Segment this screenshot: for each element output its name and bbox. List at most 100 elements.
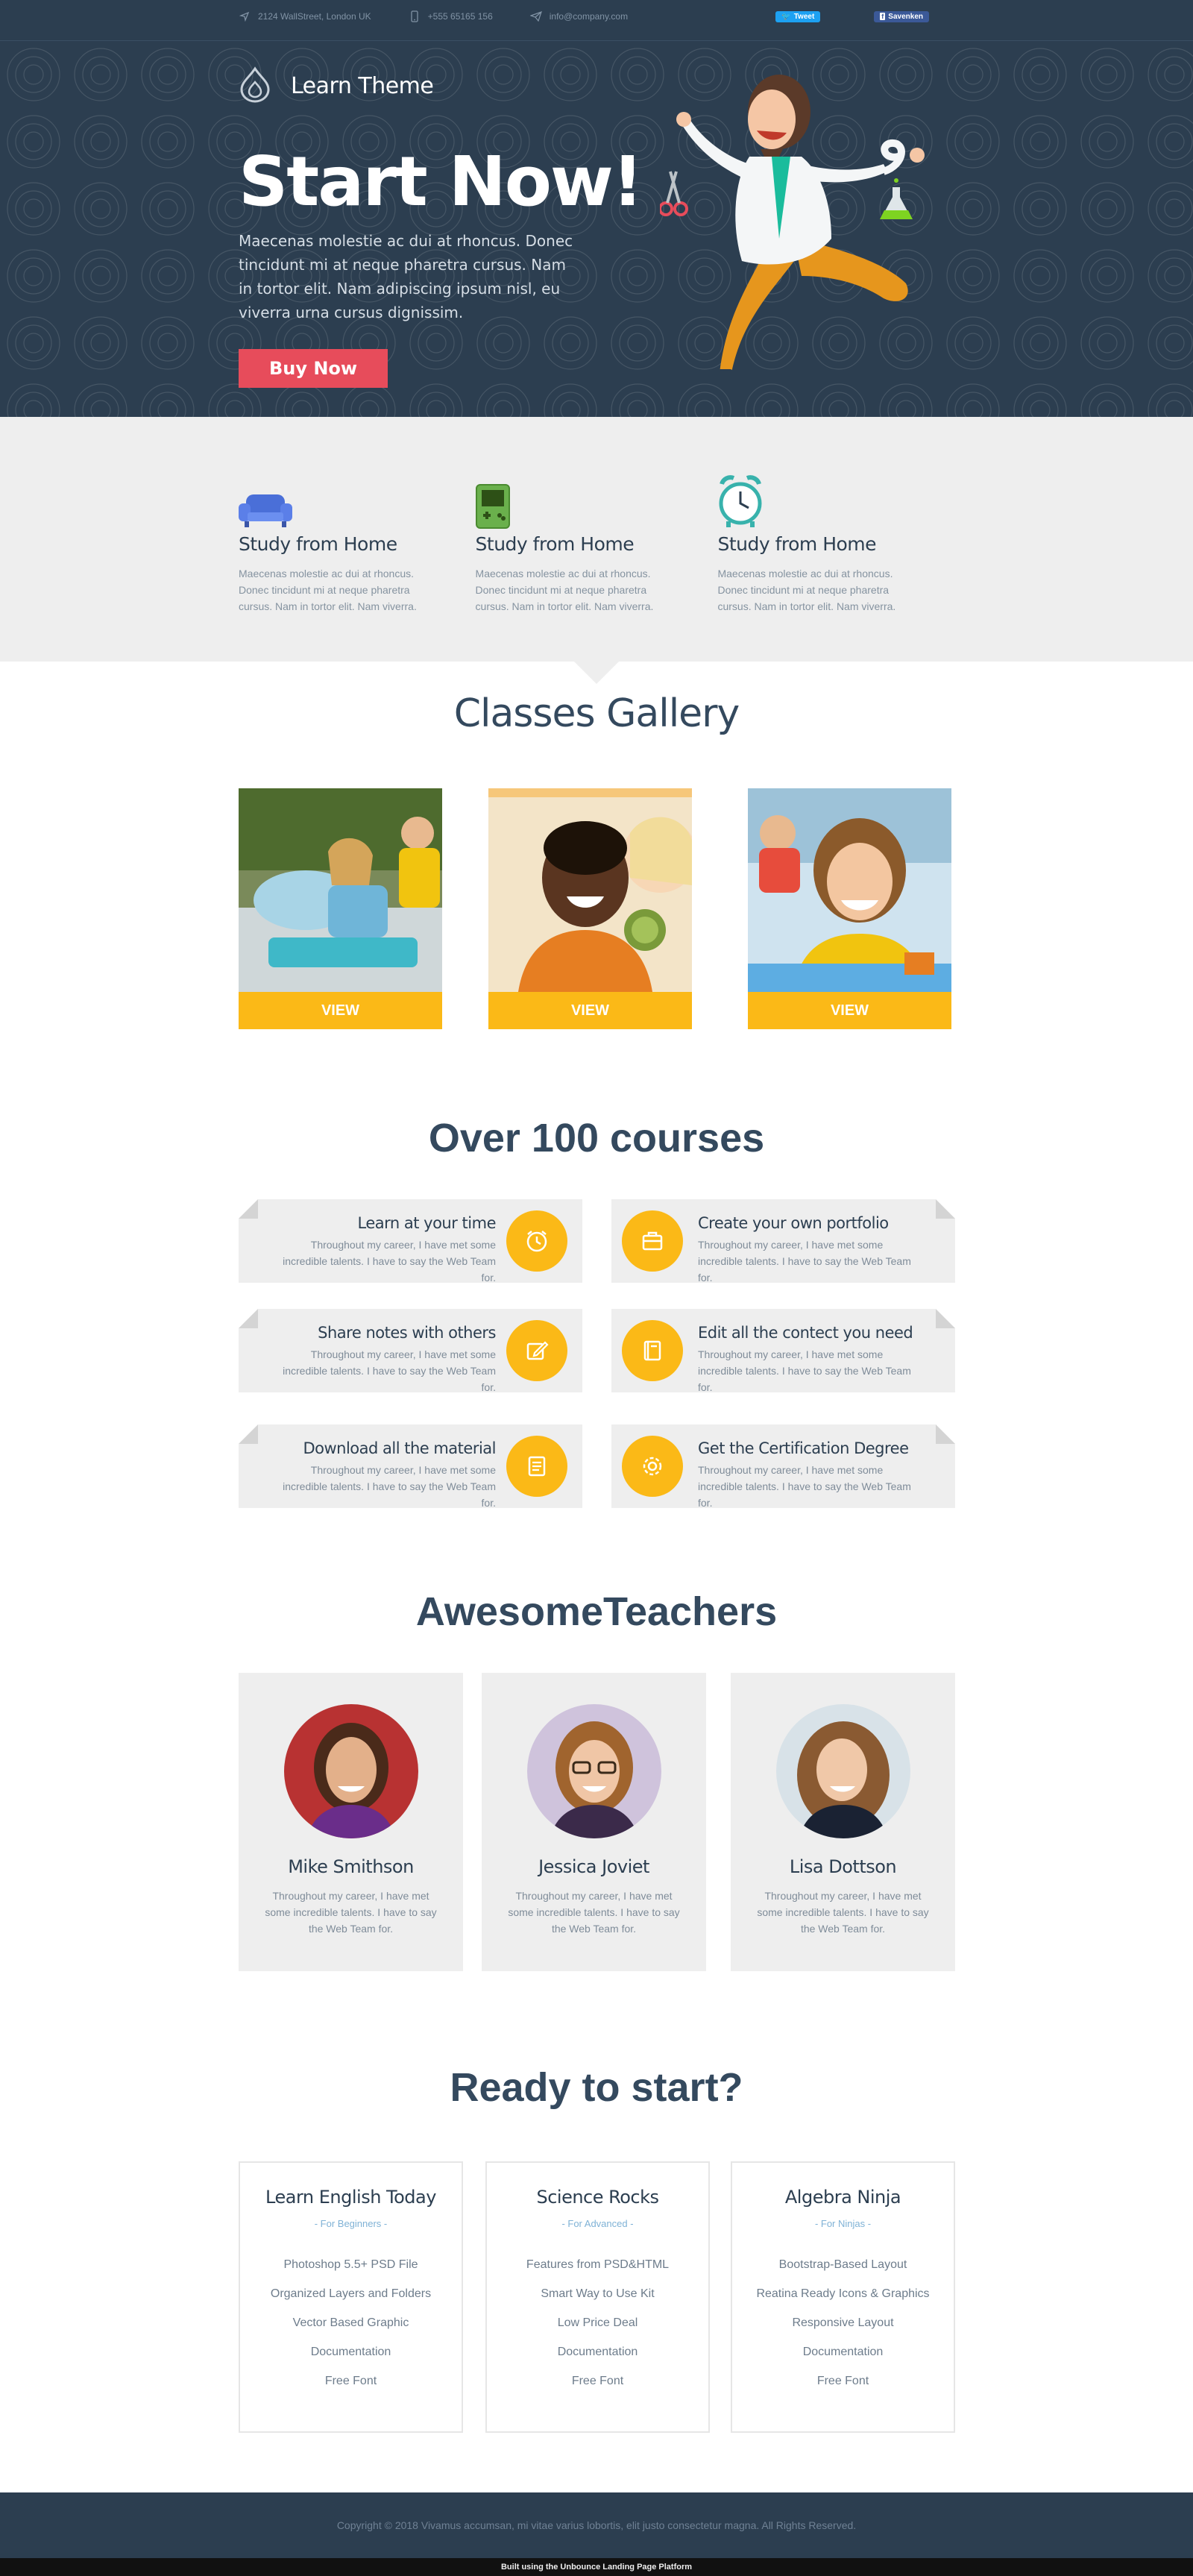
flask-icon [878,178,914,220]
course-text: Throughout my career, I have met some in… [283,1348,496,1393]
built-with-bar[interactable]: Built using the Unbounce Landing Page Pl… [0,2558,1193,2576]
armchair-icon [239,477,476,529]
plan-feature: Bootstrap-Based Layout [778,2258,907,2271]
map-pin-icon [239,10,251,22]
social-buttons: 🐦 Tweet f Savenken [775,10,929,22]
top-bar: 2124 WallStreet, London UK +555 65165 15… [0,0,1193,41]
scientist-illustration [660,75,925,377]
course-card[interactable]: Edit all the contect you need Throughout… [611,1309,955,1393]
logo[interactable]: Learn Theme [239,66,434,107]
email-text: info@company.com [549,11,629,22]
plan-feature: Free Font [816,2375,869,2387]
plan-feature: Smart Way to Use Kit [541,2287,655,2300]
feature-card: Study from Home Maecenas molestie ac dui… [239,477,476,615]
feature-title: Study from Home [475,533,635,555]
course-title: Edit all the contect you need [698,1324,913,1342]
ready-title: Ready to start? [450,2065,743,2110]
teacher-bio: Throughout my career, I have met some in… [757,1890,929,1935]
course-card[interactable]: Download all the material Throughout my … [239,1424,582,1509]
scissors-icon [660,171,688,216]
course-text: Throughout my career, I have met some in… [698,1239,911,1284]
phone-text: +555 65165 156 [427,11,493,22]
hero-section: Learn Theme Start Now! Maecenas molestie… [0,41,1193,417]
plan-card[interactable]: Algebra Ninja - For Ninjas - Bootstrap-B… [731,2161,955,2433]
clock-icon [506,1210,567,1272]
corner-fold [936,1309,955,1328]
phone-icon [409,10,421,22]
course-card[interactable]: Learn at your time Throughout my career,… [239,1199,582,1284]
plan-feature: Photoshop 5.5+ PSD File [283,2258,418,2271]
plan-feature: Low Price Deal [557,2316,638,2329]
teacher-name: Lisa Dottson [789,1856,897,1877]
course-title: Download all the material [303,1439,496,1457]
feature-text: Maecenas molestie ac dui at rhoncus. Don… [717,568,896,612]
teacher-avatar [526,1704,661,1838]
facebook-icon: f [880,13,886,20]
course-card[interactable]: Create your own portfolio Throughout my … [611,1199,955,1284]
gear-icon [622,1436,683,1497]
plan-card[interactable]: Science Rocks - For Advanced - Features … [485,2161,710,2433]
gallery-section: Classes Gallery [0,662,1193,736]
address-text: 2124 WallStreet, London UK [258,11,371,22]
features-section: Study from Home Maecenas molestie ac dui… [0,417,1193,684]
feature-text: Maecenas molestie ac dui at rhoncus. Don… [475,568,654,612]
gallery-view-button[interactable]: VIEW [748,992,951,1029]
course-title: Learn at your time [357,1214,497,1232]
built-with-text: Built using the Unbounce Landing Page Pl… [500,2563,693,2572]
course-card[interactable]: Get the Certification Degree Throughout … [611,1424,955,1509]
tweet-label: Tweet [793,12,815,21]
gameboy-icon [475,477,718,529]
gallery-card[interactable]: VIEW [748,788,951,1029]
plan-subtitle: - For Beginners - [314,2218,388,2229]
teacher-name: Jessica Joviet [538,1856,649,1877]
feature-title: Study from Home [717,533,877,555]
course-text: Throughout my career, I have met some in… [283,1239,496,1284]
plan-subtitle: - For Ninjas - [814,2218,872,2229]
teacher-card: Jessica Joviet Throughout my career, I h… [482,1673,706,1971]
copyright-text: Copyright © 2018 Vivamus accumsan, mi vi… [336,2519,857,2531]
gallery-photo-kids-outdoors [239,788,442,992]
course-text: Throughout my career, I have met some in… [698,1464,911,1509]
teacher-avatar [775,1704,910,1838]
hero-description: Maecenas molestie ac dui at rhoncus. Don… [239,232,573,321]
gallery-view-button[interactable]: VIEW [488,992,692,1029]
corner-fold [239,1424,258,1444]
teacher-card: Mike Smithson Throughout my career, I ha… [239,1673,463,1971]
buy-now-button[interactable]: Buy Now [239,349,388,388]
course-card[interactable]: Share notes with others Throughout my ca… [239,1309,582,1393]
address-item: 2124 WallStreet, London UK [239,10,371,22]
document-icon [506,1436,567,1497]
twitter-icon: 🐦 [781,12,791,21]
feature-title: Study from Home [239,533,397,555]
plan-features: Photoshop 5.5+ PSD File Organized Layers… [240,2250,462,2396]
footer: Copyright © 2018 Vivamus accumsan, mi vi… [0,2492,1193,2558]
gallery-card[interactable]: VIEW [239,788,442,1029]
gallery-photo-boy-smiling [488,788,692,992]
teacher-card: Lisa Dottson Throughout my career, I hav… [731,1673,955,1971]
gallery-title: Classes Gallery [453,691,740,736]
email-item[interactable]: info@company.com [529,10,629,22]
courses-title: Over 100 courses [428,1116,765,1160]
share-button[interactable]: f Savenken [874,10,929,22]
edit-icon [506,1320,567,1381]
corner-fold [239,1309,258,1328]
corner-fold [936,1424,955,1444]
plan-feature: Documentation [557,2346,638,2358]
plan-title: Learn English Today [265,2187,436,2208]
plan-card[interactable]: Learn English Today - For Beginners - Ph… [239,2161,463,2433]
plan-features: Features from PSD&HTML Smart Way to Use … [487,2250,708,2396]
book-icon [622,1320,683,1381]
phone-item[interactable]: +555 65165 156 [409,10,493,22]
gallery-view-button[interactable]: VIEW [239,992,442,1029]
teachers-title: AwesomeTeachers [415,1589,778,1634]
course-title: Create your own portfolio [698,1214,889,1232]
plan-title: Science Rocks [536,2187,659,2208]
plan-features: Bootstrap-Based Layout Reatina Ready Ico… [732,2250,954,2396]
corner-fold [936,1199,955,1219]
feature-text: Maecenas molestie ac dui at rhoncus. Don… [239,568,417,612]
send-icon [529,10,542,22]
gallery-card[interactable]: VIEW [488,788,692,1029]
plan-feature: Free Font [324,2375,377,2387]
tweet-button[interactable]: 🐦 Tweet [775,10,821,22]
plan-feature: Free Font [571,2375,624,2387]
